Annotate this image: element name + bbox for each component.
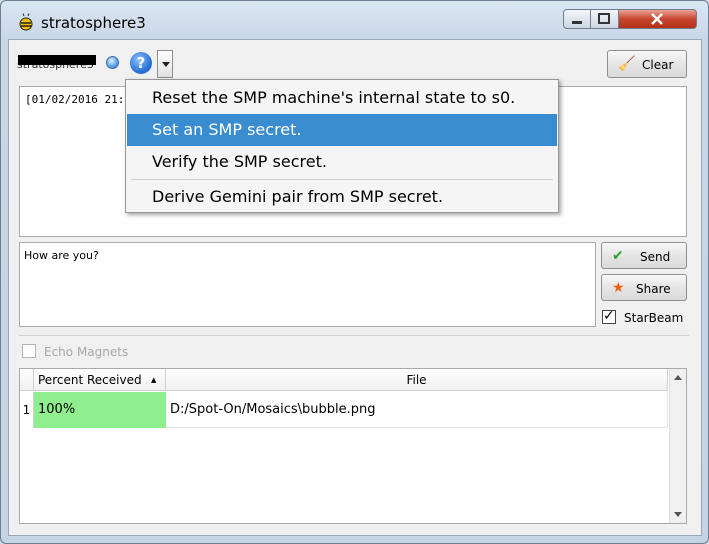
percent-cell[interactable]: 100% bbox=[34, 392, 166, 428]
blue-orb-icon bbox=[106, 56, 119, 69]
menu-item-reset-smp[interactable]: Reset the SMP machine's internal state t… bbox=[127, 82, 557, 114]
menu-item-set-smp-secret[interactable]: Set an SMP secret. bbox=[127, 114, 557, 146]
clear-label: Clear bbox=[642, 58, 674, 72]
smp-menu-button[interactable] bbox=[157, 50, 173, 78]
smp-context-menu: Reset the SMP machine's internal state t… bbox=[125, 79, 559, 213]
file-cell[interactable]: D:/Spot-On/Mosaics\bubble.png bbox=[166, 392, 668, 428]
menu-separator bbox=[131, 179, 553, 180]
history-line: [01/02/2016 21:0 bbox=[25, 93, 131, 106]
maximize-button[interactable] bbox=[591, 9, 619, 29]
help-icon[interactable]: ? bbox=[130, 52, 152, 74]
broom-icon: 🧹 bbox=[618, 56, 636, 72]
starbeam-label[interactable]: StarBeam bbox=[624, 311, 683, 325]
echo-magnets-checkbox[interactable] bbox=[22, 344, 36, 358]
close-icon bbox=[651, 13, 663, 25]
send-label: Send bbox=[640, 250, 671, 264]
scroll-down-icon[interactable] bbox=[674, 512, 682, 517]
minimize-icon bbox=[572, 21, 582, 24]
star-icon: ★ bbox=[612, 280, 625, 296]
share-label: Share bbox=[636, 282, 671, 296]
clear-button[interactable]: 🧹 Clear bbox=[607, 50, 687, 78]
table-scrollbar[interactable] bbox=[669, 369, 686, 523]
send-button[interactable]: ✔ Send bbox=[601, 242, 687, 269]
checkmark-icon: ✔ bbox=[612, 248, 624, 264]
starbeam-checkbox[interactable] bbox=[602, 308, 616, 324]
close-button[interactable] bbox=[619, 9, 697, 29]
share-button[interactable]: ★ Share bbox=[601, 274, 687, 301]
message-input[interactable]: How are you? bbox=[19, 242, 596, 327]
column-header-percent[interactable]: Percent Received bbox=[34, 369, 166, 391]
window-title: stratosphere3 bbox=[41, 14, 146, 32]
minimize-button[interactable] bbox=[563, 9, 591, 29]
redaction-bar bbox=[18, 55, 96, 65]
message-input-text: How are you? bbox=[24, 249, 99, 262]
echo-magnets-label: Echo Magnets bbox=[44, 345, 129, 359]
title-bar[interactable]: stratosphere3 bbox=[1, 1, 708, 39]
file-transfer-table: Percent Received File 1 100% D:/Spot-On/… bbox=[19, 368, 687, 524]
column-header-file[interactable]: File bbox=[166, 369, 668, 391]
table-corner[interactable] bbox=[20, 369, 34, 391]
row-number[interactable]: 1 bbox=[20, 392, 34, 428]
chat-window: stratosphere3 stratosphere3 ? 🧹 Clear [0… bbox=[0, 0, 709, 544]
menu-item-verify-smp[interactable]: Verify the SMP secret. bbox=[127, 146, 557, 178]
scroll-up-icon[interactable] bbox=[674, 375, 682, 380]
maximize-icon bbox=[598, 13, 610, 24]
bee-app-icon bbox=[19, 13, 33, 31]
menu-item-derive-gemini[interactable]: Derive Gemini pair from SMP secret. bbox=[127, 181, 557, 213]
divider bbox=[19, 335, 689, 336]
